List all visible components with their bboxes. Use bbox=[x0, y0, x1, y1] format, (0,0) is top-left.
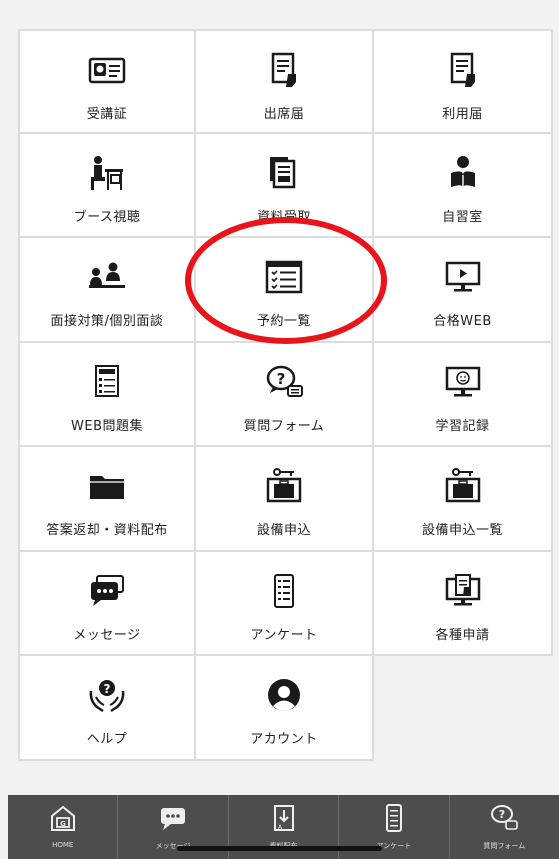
menu-item-help[interactable]: ? ヘルプ bbox=[18, 656, 196, 761]
monitor-face-icon bbox=[441, 363, 485, 401]
survey-sheet-icon bbox=[385, 804, 402, 832]
menu-item-jukoshou[interactable]: 受講証 bbox=[18, 29, 196, 134]
video-monitor-icon bbox=[441, 258, 485, 296]
menu-item-setsubi-moushikomi-ichiran[interactable]: 設備申込一覧 bbox=[374, 447, 553, 552]
svg-text:?: ? bbox=[104, 682, 111, 696]
menu-item-label: ヘルプ bbox=[86, 732, 128, 747]
menu-item-label: 自習室 bbox=[442, 209, 483, 225]
menu-item-label: 質問フォーム bbox=[243, 418, 325, 434]
document-hand-icon bbox=[441, 51, 485, 89]
menu-item-booth[interactable]: ブース視聴 bbox=[18, 133, 196, 238]
empty-cell bbox=[374, 656, 553, 761]
menu-item-label: WEB問題集 bbox=[71, 418, 143, 434]
menu-item-goukaku-web[interactable]: 合格WEB bbox=[374, 238, 553, 343]
application-monitor-icon bbox=[441, 572, 485, 610]
locker-key-icon bbox=[441, 467, 485, 505]
survey-sheet-icon bbox=[262, 572, 306, 610]
interview-icon bbox=[85, 258, 129, 296]
menu-item-shiryou-uketori[interactable]: 資料受取 bbox=[196, 133, 374, 238]
menu-item-jishuushitsu[interactable]: 自習室 bbox=[374, 133, 553, 238]
menu-item-shusseki[interactable]: 出席届 bbox=[196, 29, 374, 134]
menu-item-web-mondaishuu[interactable]: WEB問題集 bbox=[18, 342, 196, 447]
menu-item-label: 設備申込一覧 bbox=[421, 523, 503, 538]
id-card-icon bbox=[85, 51, 129, 89]
svg-text:G: G bbox=[60, 820, 66, 828]
menu-item-yoyaku-ichiran[interactable]: 予約一覧 bbox=[196, 238, 374, 343]
question-book-icon bbox=[85, 363, 129, 401]
tab-label: HOME bbox=[52, 841, 74, 849]
menu-item-label: メッセージ bbox=[73, 627, 141, 643]
study-booth-icon bbox=[85, 154, 129, 192]
checklist-window-icon bbox=[262, 258, 306, 296]
folder-icon bbox=[85, 467, 129, 505]
svg-text:?: ? bbox=[277, 370, 286, 388]
menu-item-setsubi-moushikomi[interactable]: 設備申込 bbox=[196, 447, 374, 552]
account-icon bbox=[262, 676, 306, 714]
message-bubble-icon bbox=[85, 572, 129, 610]
menu-item-enquete[interactable]: アンケート bbox=[196, 551, 374, 656]
menu-item-label: ブース視聴 bbox=[73, 209, 141, 225]
menu-item-label: 各種申請 bbox=[435, 627, 490, 643]
menu-item-kakushu-shinsei[interactable]: 各種申請 bbox=[374, 551, 553, 656]
menu-item-label: 答案返却・資料配布 bbox=[46, 523, 168, 538]
menu-item-label: 利用届 bbox=[442, 107, 483, 122]
question-bubble-icon: ? bbox=[491, 805, 519, 830]
question-bubble-icon: ? bbox=[262, 363, 306, 401]
menu-item-label: 資料受取 bbox=[256, 209, 311, 225]
menu-item-label: アンケート bbox=[250, 627, 318, 643]
tab-home[interactable]: G HOME bbox=[8, 795, 119, 859]
menu-item-shitsumon-form[interactable]: ? 質問フォーム bbox=[196, 342, 374, 447]
menu-grid: 受講証 出席届 利用届 ブース視聴 資料受取 自習室 面接対策/個別面談 予約一… bbox=[18, 29, 553, 761]
menu-item-label: 設備申込 bbox=[256, 523, 311, 538]
documents-stack-icon bbox=[262, 154, 306, 192]
menu-item-riyou[interactable]: 利用届 bbox=[374, 29, 553, 134]
menu-item-message[interactable]: メッセージ bbox=[18, 551, 196, 656]
tab-label: 質問フォーム bbox=[483, 842, 526, 850]
svg-text:?: ? bbox=[499, 808, 505, 821]
menu-item-label: 出席届 bbox=[263, 107, 305, 122]
menu-item-label: 学習記録 bbox=[435, 418, 490, 434]
menu-item-account[interactable]: アカウント bbox=[196, 656, 374, 761]
download-document-icon: A bbox=[273, 805, 294, 831]
menu-item-label: アカウント bbox=[250, 732, 318, 747]
home-icon: G bbox=[50, 805, 75, 831]
reading-person-icon bbox=[441, 154, 485, 192]
document-hand-icon bbox=[262, 51, 306, 89]
menu-item-touan-henkyaku[interactable]: 答案返却・資料配布 bbox=[18, 447, 196, 552]
tab-shitsumon-form[interactable]: ? 質問フォーム bbox=[450, 795, 559, 859]
menu-item-label: 合格WEB bbox=[433, 314, 492, 329]
help-hands-icon: ? bbox=[85, 676, 129, 714]
home-indicator bbox=[177, 846, 382, 851]
menu-item-label: 予約一覧 bbox=[256, 314, 311, 329]
menu-item-gakushuu-kiroku[interactable]: 学習記録 bbox=[374, 342, 553, 447]
message-bubble-icon bbox=[161, 808, 186, 830]
menu-item-mensetsu[interactable]: 面接対策/個別面談 bbox=[18, 238, 196, 343]
menu-item-label: 受講証 bbox=[86, 107, 128, 122]
menu-item-label: 面接対策/個別面談 bbox=[50, 314, 164, 329]
locker-key-icon bbox=[262, 467, 306, 505]
